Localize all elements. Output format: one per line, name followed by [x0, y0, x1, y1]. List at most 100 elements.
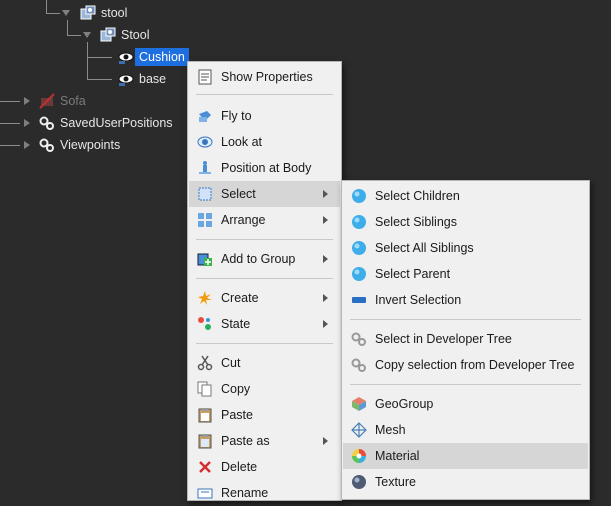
menu-item-label: Show Properties — [221, 70, 313, 84]
rename-icon — [197, 488, 213, 499]
gears-icon — [39, 138, 54, 152]
menu-item-label: Paste — [221, 408, 253, 422]
paste-icon — [198, 408, 212, 423]
tree-node-cushion[interactable]: Cushion — [118, 47, 189, 67]
tree-node-stool-group[interactable]: Stool — [100, 25, 150, 45]
menu-item-label: Rename — [221, 486, 269, 500]
tree-node-label: base — [139, 72, 167, 86]
menu-item-add-to-group[interactable]: Add to Group — [189, 246, 340, 272]
paste-as-icon — [198, 434, 212, 449]
eye-icon — [118, 74, 134, 86]
menu-separator — [196, 278, 333, 279]
menu-item-rename[interactable]: Rename — [189, 480, 340, 506]
menu-item-label: Texture — [375, 475, 416, 489]
hidden-object-icon — [39, 93, 55, 109]
menu-item-state[interactable]: State — [189, 311, 340, 337]
mesh-icon — [351, 422, 367, 438]
submenu-arrow-icon — [323, 320, 328, 328]
menu-separator — [196, 239, 333, 240]
menu-item-paste-as[interactable]: Paste as — [189, 428, 340, 454]
submenu-item-select-parent[interactable]: Select Parent — [343, 261, 588, 287]
collapse-caret-icon[interactable] — [24, 119, 30, 127]
menu-item-fly-to[interactable]: Fly to — [189, 103, 340, 129]
submenu-item-mesh[interactable]: Mesh — [343, 417, 588, 443]
tree-node-base[interactable]: base — [118, 69, 166, 89]
geogroup-icon — [352, 397, 366, 411]
collapse-caret-icon[interactable] — [24, 97, 30, 105]
collapse-caret-icon[interactable] — [24, 141, 30, 149]
tree-node-viewpoints[interactable]: Viewpoints — [39, 135, 120, 155]
look-at-icon — [197, 136, 213, 148]
state-icon — [198, 317, 211, 330]
menu-item-label: Select — [221, 187, 256, 201]
submenu-arrow-icon — [323, 190, 328, 198]
submenu-item-copy-selection-from-developer-tree[interactable]: Copy selection from Developer Tree — [343, 352, 588, 378]
tree-node-sofa[interactable]: Sofa — [39, 91, 86, 111]
copy-icon — [197, 381, 212, 397]
menu-item-delete[interactable]: Delete — [189, 454, 340, 480]
menu-item-paste[interactable]: Paste — [189, 402, 340, 428]
menu-item-arrange[interactable]: Arrange — [189, 207, 340, 233]
menu-item-select[interactable]: Select — [189, 181, 340, 207]
submenu-arrow-icon — [323, 216, 328, 224]
delete-icon — [199, 461, 211, 473]
submenu-arrow-icon — [323, 437, 328, 445]
expand-caret-icon[interactable] — [83, 32, 91, 38]
tree-connector — [87, 79, 112, 80]
group-icon — [100, 27, 116, 42]
tree-node-label: Cushion — [135, 48, 189, 66]
cut-icon — [197, 355, 213, 371]
globe-icon — [352, 241, 366, 255]
tree-connector — [0, 101, 20, 102]
tree-connector — [46, 0, 47, 13]
menu-item-look-at[interactable]: Look at — [189, 129, 340, 155]
tree-connector — [67, 35, 81, 36]
menu-item-label: Arrange — [221, 213, 266, 227]
submenu-arrow-icon — [323, 294, 328, 302]
menu-item-label: Look at — [221, 135, 263, 149]
menu-item-cut[interactable]: Cut — [189, 350, 340, 376]
gears-icon — [351, 332, 366, 346]
submenu-item-invert-selection[interactable]: Invert Selection — [343, 287, 588, 313]
submenu-item-select-in-developer-tree[interactable]: Select in Developer Tree — [343, 326, 588, 352]
menu-item-label: Delete — [221, 460, 258, 474]
tree-node-stool[interactable]: stool — [80, 3, 127, 23]
arrange-icon — [198, 213, 212, 227]
tree-node-label: Viewpoints — [60, 138, 121, 152]
menu-item-label: State — [221, 317, 251, 331]
menu-item-position-at-body[interactable]: Position at Body — [189, 155, 340, 181]
eye-icon — [118, 52, 134, 64]
globe-icon — [352, 189, 366, 203]
expand-caret-icon[interactable] — [62, 10, 70, 16]
tree-connector — [0, 123, 20, 124]
tree-connector — [87, 42, 88, 79]
menu-item-label: Select Children — [375, 189, 460, 203]
menu-item-label: Create — [221, 291, 259, 305]
fly-to-icon — [199, 111, 211, 122]
submenu-item-material[interactable]: Material — [343, 443, 588, 469]
submenu-item-select-all-siblings[interactable]: Select All Siblings — [343, 235, 588, 261]
menu-item-label: Select Parent — [375, 267, 451, 281]
menu-item-show-properties[interactable]: Show Properties — [189, 64, 340, 90]
menu-item-label: Material — [375, 449, 420, 463]
submenu-item-geogroup[interactable]: GeoGroup — [343, 391, 588, 417]
menu-item-label: Add to Group — [221, 252, 296, 266]
position-at-body-icon — [199, 161, 211, 174]
submenu-item-select-siblings[interactable]: Select Siblings — [343, 209, 588, 235]
menu-item-create[interactable]: Create — [189, 285, 340, 311]
tree-node-label: SavedUserPositions — [60, 116, 173, 130]
menu-separator — [350, 384, 581, 385]
submenu-item-select-children[interactable]: Select Children — [343, 183, 588, 209]
tree-connector — [67, 20, 68, 35]
globe-icon — [352, 267, 366, 281]
add-to-group-icon — [197, 253, 212, 266]
tree-node-saveduserpositions[interactable]: SavedUserPositions — [39, 113, 173, 133]
create-icon — [198, 291, 212, 305]
select-submenu: Select Children Select Siblings Select A… — [341, 180, 590, 500]
menu-item-label: Select in Developer Tree — [375, 332, 512, 346]
menu-item-copy[interactable]: Copy — [189, 376, 340, 402]
submenu-item-texture[interactable]: Texture — [343, 469, 588, 495]
menu-item-label: Mesh — [375, 423, 406, 437]
texture-icon — [352, 475, 366, 489]
menu-item-label: Select All Siblings — [375, 241, 474, 255]
